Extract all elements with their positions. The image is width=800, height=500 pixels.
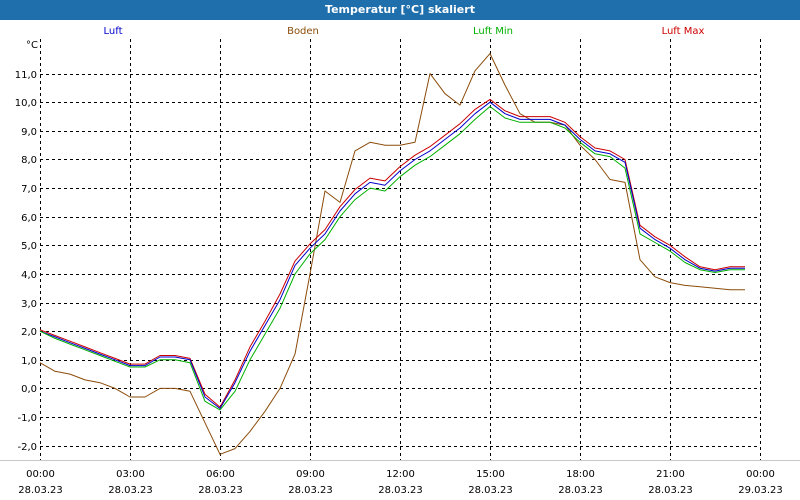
series-line-boden: [39, 53, 745, 455]
y-tick-label: 0,0: [21, 384, 37, 395]
y-tick-label: 10,0: [15, 98, 37, 109]
y-axis-tick-labels: -2,0 -1,0 0,0 1,0 2,0 3,0 4,0 5,0 6,0 7,0 8,0 9,0 10…: [15, 70, 37, 453]
y-tick-label: 5,0: [21, 241, 37, 252]
x-tick-time-label: 21:00: [656, 469, 685, 480]
x-tick-time-label: 00:00: [26, 469, 55, 480]
y-tick-label: 4,0: [21, 270, 37, 281]
x-tick-date-label: 28.03.23: [108, 485, 153, 496]
x-axis-tick-labels: 00:00 28.03.23 03:00 28.03.23 06:00 28.03.23 0…: [18, 469, 783, 496]
legend-label-luft: Luft: [104, 26, 123, 37]
x-tick-date-label: 28.03.23: [288, 485, 333, 496]
y-tick-label: 1,0: [21, 356, 37, 367]
y-tick-label: -1,0: [17, 413, 37, 424]
x-tick-date-label: 28.03.23: [648, 485, 693, 496]
y-tick-label: 2,0: [21, 327, 37, 338]
x-tick-time-label: 00:00: [746, 469, 775, 480]
y-tick-label: 6,0: [21, 213, 37, 224]
x-tick-time-label: 12:00: [386, 469, 415, 480]
y-tick-label: 8,0: [21, 155, 37, 166]
line-chart: °C Luft Boden Luft Min Luft Max -2,0 -1,0 0,0…: [0, 26, 800, 496]
y-tick-label: 7,0: [21, 184, 37, 195]
series-lines: [39, 53, 745, 455]
x-tick-time-label: 03:00: [116, 469, 145, 480]
x-tick-date-label: 28.03.23: [198, 485, 243, 496]
x-tick-time-label: 15:00: [476, 469, 505, 480]
x-tick-time-label: 06:00: [206, 469, 235, 480]
x-tick-date-label: 28.03.23: [378, 485, 423, 496]
x-tick-date-label: 28.03.23: [468, 485, 513, 496]
x-tick-time-label: 09:00: [296, 469, 325, 480]
y-tick-label: 11,0: [15, 70, 37, 81]
y-tick-label: 3,0: [21, 299, 37, 310]
grid-lines: [40, 39, 761, 460]
legend-label-luft-max: Luft Max: [662, 26, 705, 37]
legend-label-boden: Boden: [287, 26, 319, 37]
legend-label-luft-min: Luft Min: [473, 26, 513, 37]
x-tick-date-label: 28.03.23: [558, 485, 603, 496]
y-tick-label: 9,0: [21, 127, 37, 138]
y-axis-unit-label: °C: [26, 40, 38, 51]
x-tick-date-label: 28.03.23: [18, 485, 63, 496]
x-tick-date-label: 29.03.23: [738, 485, 783, 496]
x-tick-time-label: 18:00: [566, 469, 595, 480]
y-tick-label: -2,0: [17, 442, 37, 453]
legend: Luft Boden Luft Min Luft Max: [104, 26, 705, 37]
